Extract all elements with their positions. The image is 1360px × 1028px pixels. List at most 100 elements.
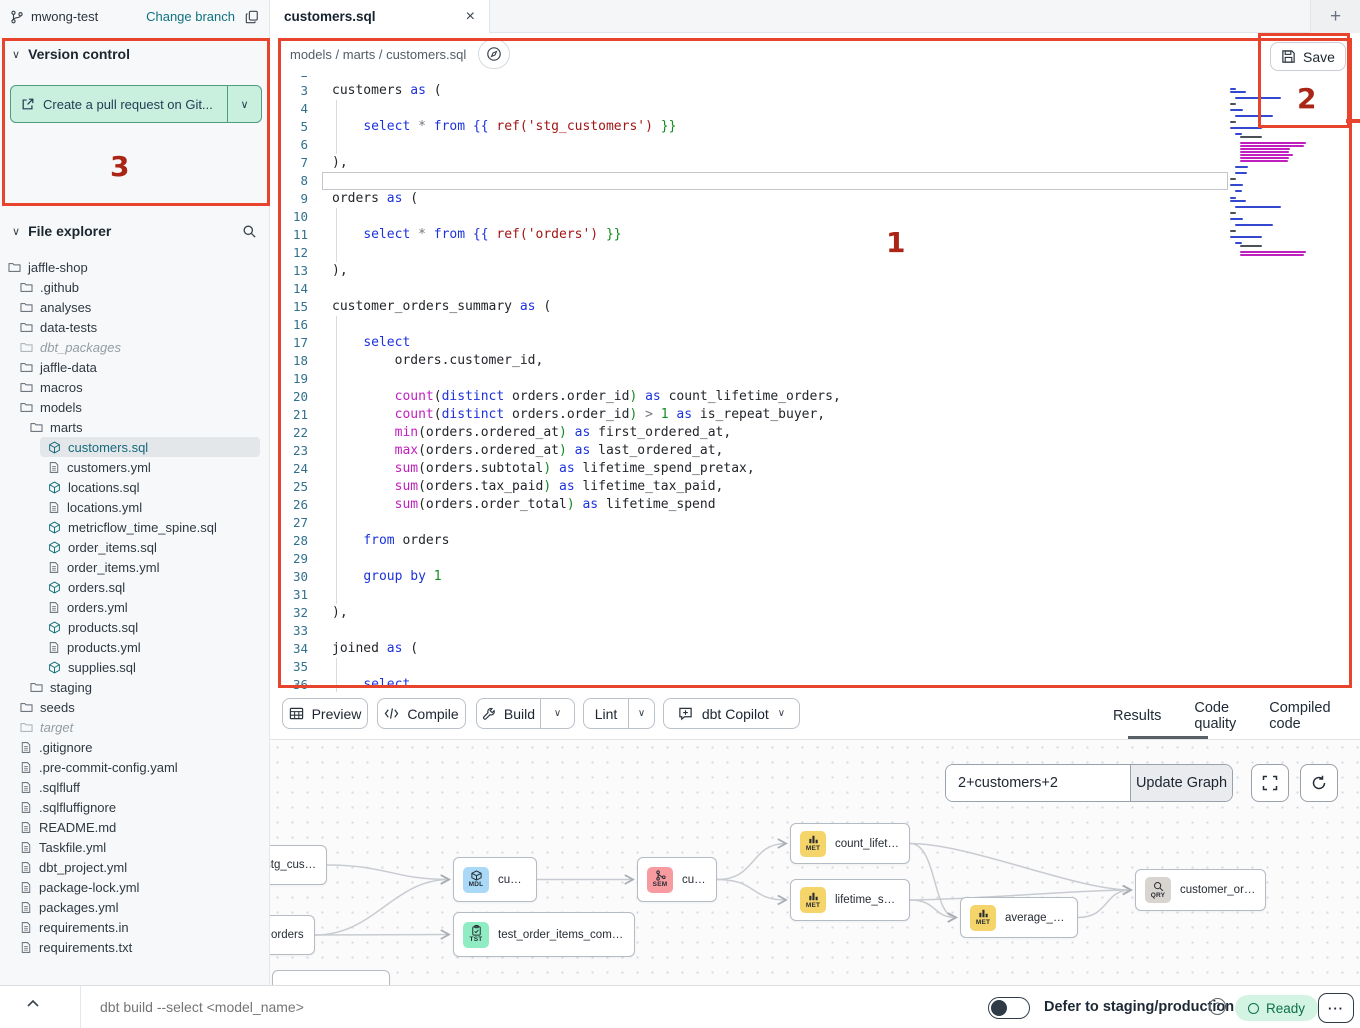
code-line-26[interactable]: 26 sum(orders.order_total) as lifetime_s… <box>270 496 1360 514</box>
lineage-node-partial_node[interactable] <box>272 970 390 985</box>
copilot-button[interactable]: dbt Copilot ∨ <box>663 698 800 729</box>
code-line-22[interactable]: 22 min(orders.ordered_at) as first_order… <box>270 424 1360 442</box>
file-tree-item-requirements-in[interactable]: requirements.in <box>0 917 270 937</box>
file-tree-item-order-items-yml[interactable]: order_items.yml <box>0 557 270 577</box>
commit-history-icon[interactable] <box>245 10 259 24</box>
code-line-10[interactable]: 10 <box>270 208 1360 226</box>
file-tree-item-locations-sql[interactable]: locations.sql <box>0 477 270 497</box>
code-line-24[interactable]: 24 sum(orders.subtotal) as lifetime_spen… <box>270 460 1360 478</box>
command-input[interactable] <box>100 992 600 1022</box>
code-line-34[interactable]: 34joined as ( <box>270 640 1360 658</box>
file-tree-item-customers-yml[interactable]: customers.yml <box>0 457 270 477</box>
code-line-15[interactable]: 15customer_orders_summary as ( <box>270 298 1360 316</box>
code-line-9[interactable]: 9orders as ( <box>270 190 1360 208</box>
lint-button[interactable]: Lint ∨ <box>583 698 655 729</box>
minimap[interactable] <box>1230 88 1312 388</box>
file-tree-item-readme-md[interactable]: README.md <box>0 817 270 837</box>
file-tree-item-package-lock-yml[interactable]: package-lock.yml <box>0 877 270 897</box>
code-line-13[interactable]: 13), <box>270 262 1360 280</box>
change-branch-link[interactable]: Change branch <box>146 9 235 24</box>
lineage-node-customer_order_metrics[interactable]: QRYcustomer_order_metrics <box>1135 869 1266 911</box>
file-tree-item-analyses[interactable]: analyses <box>0 297 270 317</box>
code-line-32[interactable]: 32), <box>270 604 1360 622</box>
build-dropdown-button[interactable]: ∨ <box>540 699 574 728</box>
version-control-section[interactable]: ∨ Version control <box>12 46 257 62</box>
create-pr-main[interactable]: Create a pull request on Git... <box>11 86 227 122</box>
file-tree-item-marts[interactable]: marts <box>0 417 270 437</box>
build-button[interactable]: Build ∨ <box>476 698 575 729</box>
code-line-31[interactable]: 31 <box>270 586 1360 604</box>
code-line-28[interactable]: 28 from orders <box>270 532 1360 550</box>
more-options-button[interactable]: ··· <box>1318 993 1354 1023</box>
code-editor[interactable]: 2with3customers as (45 select * from {{ … <box>270 76 1360 692</box>
code-line-25[interactable]: 25 sum(orders.tax_paid) as lifetime_tax_… <box>270 478 1360 496</box>
refresh-button[interactable] <box>1300 764 1338 802</box>
lineage-node-orders_src[interactable]: MDLorders <box>270 915 315 955</box>
tab-close-icon[interactable]: × <box>466 9 475 25</box>
code-line-23[interactable]: 23 max(orders.ordered_at) as last_ordere… <box>270 442 1360 460</box>
file-tree-item-products-yml[interactable]: products.yml <box>0 637 270 657</box>
code-line-19[interactable]: 19 <box>270 370 1360 388</box>
code-line-5[interactable]: 5 select * from {{ ref('stg_customers') … <box>270 118 1360 136</box>
code-line-4[interactable]: 4 <box>270 100 1360 118</box>
code-line-27[interactable]: 27 <box>270 514 1360 532</box>
code-line-7[interactable]: 7), <box>270 154 1360 172</box>
lint-dropdown-button[interactable]: ∨ <box>628 699 654 728</box>
help-icon[interactable]: ? <box>1209 998 1226 1015</box>
file-tree-item--pre-commit-config-yaml[interactable]: .pre-commit-config.yaml <box>0 757 270 777</box>
code-line-30[interactable]: 30 group by 1 <box>270 568 1360 586</box>
save-button[interactable]: Save <box>1270 42 1346 71</box>
code-line-12[interactable]: 12 <box>270 244 1360 262</box>
code-line-11[interactable]: 11 select * from {{ ref('orders') }} <box>270 226 1360 244</box>
lineage-node-customers_mdl[interactable]: MDLcustomers <box>453 857 537 902</box>
tab-results[interactable]: Results <box>1113 708 1161 724</box>
file-search-icon[interactable] <box>242 224 257 239</box>
file-tree-item-seeds[interactable]: seeds <box>0 697 270 717</box>
lineage-node-customers_sem[interactable]: SEMcustomers <box>637 857 717 902</box>
file-tree-item--gitignore[interactable]: .gitignore <box>0 737 270 757</box>
code-line-20[interactable]: 20 count(distinct orders.order_id) as co… <box>270 388 1360 406</box>
file-tree-item-staging[interactable]: staging <box>0 677 270 697</box>
docs-compass-button[interactable] <box>478 39 510 69</box>
expand-command-bar-icon[interactable] <box>26 998 40 1008</box>
file-explorer-section[interactable]: ∨ File explorer <box>12 223 257 239</box>
tab-compiled-code[interactable]: Compiled code <box>1269 700 1330 732</box>
file-tree-item--sqlfluffignore[interactable]: .sqlfluffignore <box>0 797 270 817</box>
lineage-node-lifetime_spend_pretax[interactable]: METlifetime_spend_pretax <box>790 879 910 921</box>
code-line-16[interactable]: 16 <box>270 316 1360 334</box>
preview-button[interactable]: Preview <box>282 698 368 729</box>
lineage-node-stg_customers[interactable]: MDLstg_customers <box>270 845 327 885</box>
file-tree-item-jaffle-data[interactable]: jaffle-data <box>0 357 270 377</box>
file-tree-item-dbt-project-yml[interactable]: dbt_project.yml <box>0 857 270 877</box>
code-line-36[interactable]: 36 select <box>270 676 1360 692</box>
file-tree-item-supplies-sql[interactable]: supplies.sql <box>0 657 270 677</box>
lineage-node-count_lifetime_orders[interactable]: METcount_lifetime_orders <box>790 823 910 864</box>
code-line-8[interactable]: 8 <box>270 172 1360 190</box>
file-tree-item-requirements-txt[interactable]: requirements.txt <box>0 937 270 957</box>
code-line-3[interactable]: 3customers as ( <box>270 82 1360 100</box>
file-tree-item-order-items-sql[interactable]: order_items.sql <box>0 537 270 557</box>
file-tree-item-locations-yml[interactable]: locations.yml <box>0 497 270 517</box>
lineage-node-test_node[interactable]: TSTtest_order_items_compute_to_bools... <box>453 912 635 957</box>
file-tree-item-data-tests[interactable]: data-tests <box>0 317 270 337</box>
code-line-14[interactable]: 14 <box>270 280 1360 298</box>
file-tree-item-orders-sql[interactable]: orders.sql <box>0 577 270 597</box>
file-tree-item--sqlfluff[interactable]: .sqlfluff <box>0 777 270 797</box>
create-pr-button[interactable]: Create a pull request on Git... ∨ <box>10 85 262 123</box>
file-tree-item-packages-yml[interactable]: packages.yml <box>0 897 270 917</box>
tab-code-quality[interactable]: Code quality <box>1194 700 1236 732</box>
file-tree-item-metricflow-time-spine-sql[interactable]: metricflow_time_spine.sql <box>0 517 270 537</box>
file-tree-item-target[interactable]: target <box>0 717 270 737</box>
file-tree-item-dbt-packages[interactable]: dbt_packages <box>0 337 270 357</box>
code-line-17[interactable]: 17 select <box>270 334 1360 352</box>
file-tree-item-customers-sql[interactable]: customers.sql <box>40 437 260 457</box>
file-tree-item-models[interactable]: models <box>0 397 270 417</box>
code-line-29[interactable]: 29 <box>270 550 1360 568</box>
code-line-33[interactable]: 33 <box>270 622 1360 640</box>
new-tab-button[interactable]: + <box>1310 0 1360 33</box>
code-line-6[interactable]: 6 <box>270 136 1360 154</box>
editor-tab[interactable]: customers.sql × <box>270 0 490 33</box>
defer-toggle[interactable] <box>988 997 1030 1019</box>
file-tree-item-orders-yml[interactable]: orders.yml <box>0 597 270 617</box>
code-line-21[interactable]: 21 count(distinct orders.order_id) > 1 a… <box>270 406 1360 424</box>
